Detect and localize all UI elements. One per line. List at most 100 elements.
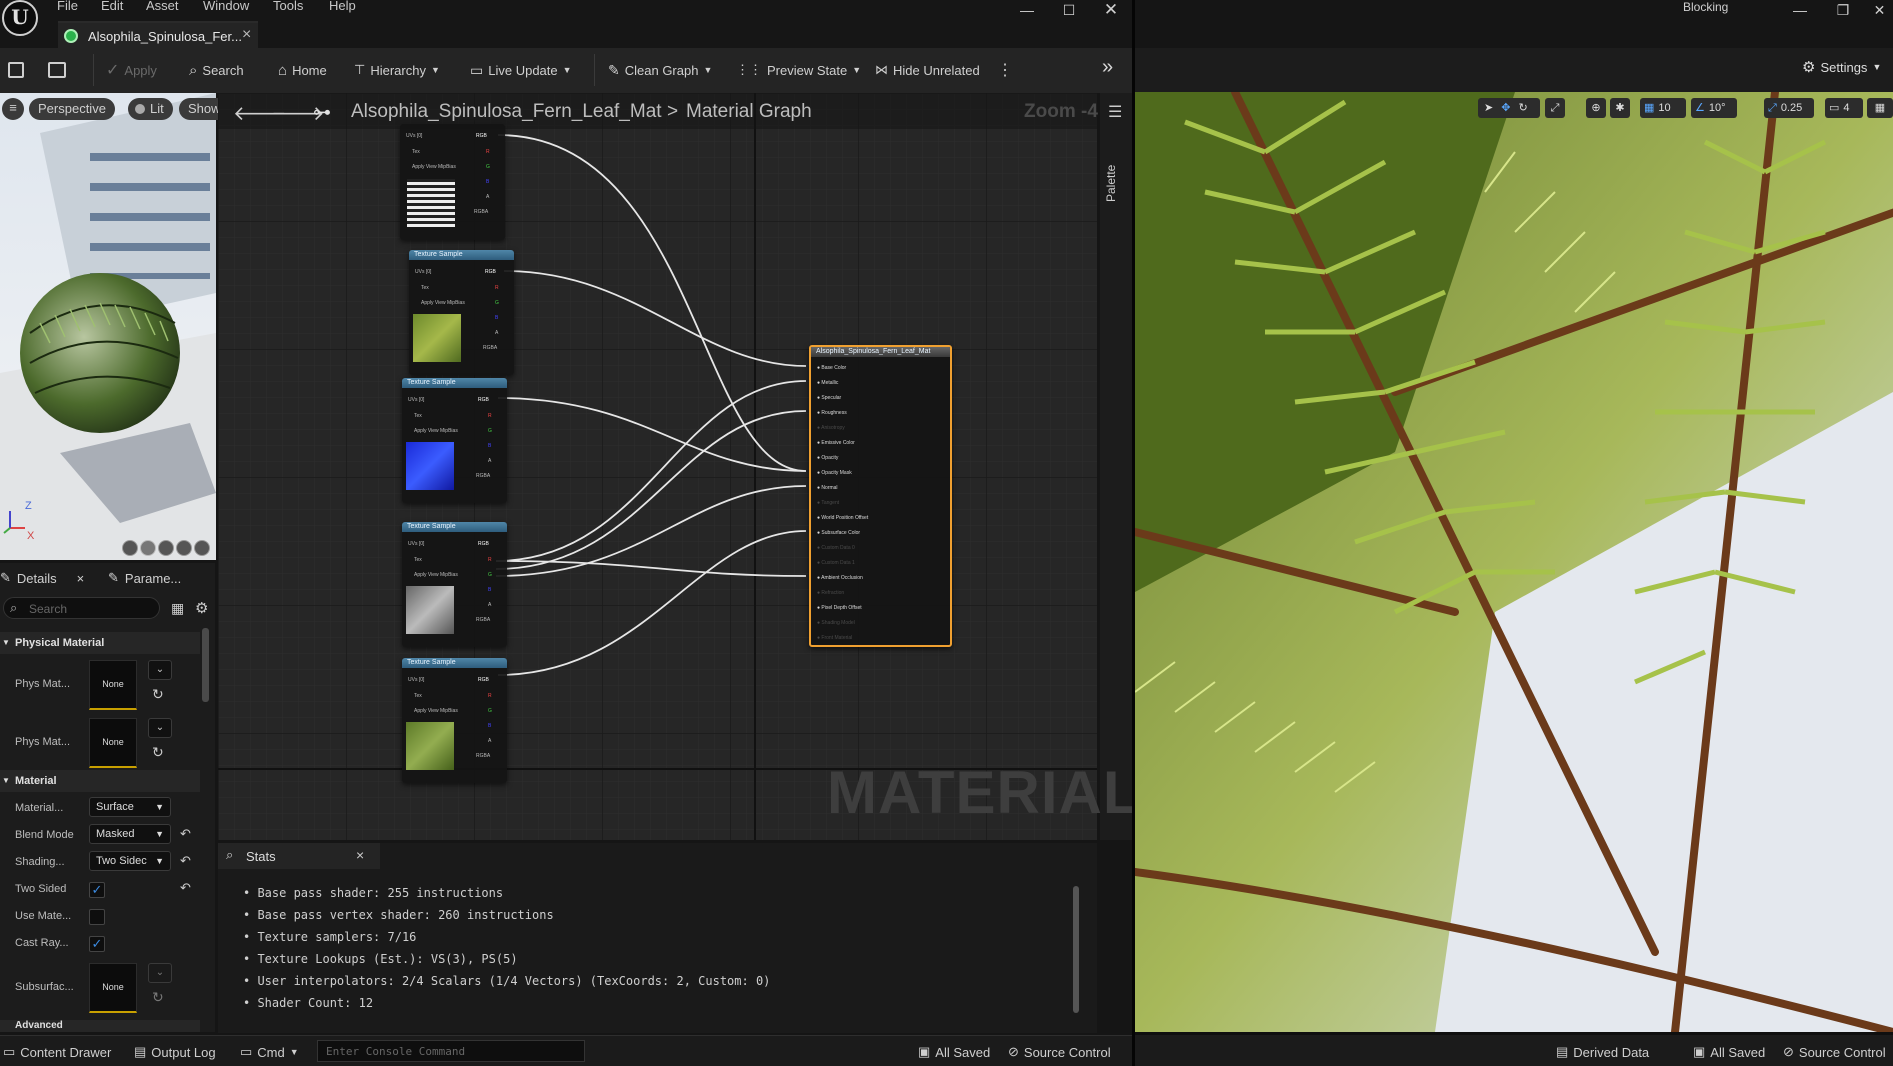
settings-button[interactable]: ⚙ Settings ▼ — [1802, 58, 1881, 76]
a-out-pin[interactable]: A — [486, 194, 489, 200]
move-icon[interactable]: ✥ — [1501, 98, 1510, 118]
texture-sample-node[interactable]: Texture Sample UVs [0] Tex Apply View Mi… — [402, 522, 507, 647]
hierarchy-button[interactable]: ⊤ Hierarchy ▼ — [354, 58, 440, 82]
rgb-out-pin[interactable]: RGB — [478, 541, 489, 547]
preview-state-button[interactable]: ⋮⋮ Preview State ▼ — [736, 58, 861, 82]
result-input-pin[interactable]: ● Shading Model — [817, 620, 855, 626]
reset-icon[interactable]: ↻ — [152, 686, 164, 703]
rgba-out-pin[interactable]: RGBA — [476, 617, 490, 623]
result-input-pin[interactable]: ● Front Material — [817, 635, 852, 641]
details-scrollbar[interactable] — [202, 628, 209, 702]
menu-file[interactable]: File — [57, 0, 78, 14]
apply-mip-pin[interactable]: Apply View MipBias — [414, 572, 458, 578]
restore-button[interactable]: ❐ — [1823, 0, 1863, 20]
reset-icon[interactable]: ↻ — [152, 989, 164, 1006]
tex-pin[interactable]: Tex — [412, 149, 420, 155]
result-input-pin[interactable]: ● World Position Offset — [817, 515, 868, 521]
breadcrumb-graph[interactable]: Material Graph — [686, 101, 812, 123]
result-input-pin[interactable]: ● Base Color — [817, 365, 846, 371]
all-saved-button[interactable]: ▣ All Saved — [918, 1044, 990, 1060]
gear-icon[interactable]: ⚙ — [195, 599, 208, 617]
a-out-pin[interactable]: A — [488, 458, 491, 464]
unreal-logo[interactable]: U — [2, 0, 38, 36]
rgb-out-pin[interactable]: RGB — [485, 269, 496, 275]
g-out-pin[interactable]: G — [486, 164, 490, 170]
r-out-pin[interactable]: R — [486, 149, 490, 155]
b-out-pin[interactable]: B — [495, 315, 498, 321]
close-window-button[interactable]: ✕ — [1090, 0, 1132, 20]
custom-mesh-icon[interactable] — [194, 540, 210, 556]
physical-material-section[interactable]: ▼ Physical Material — [0, 632, 200, 654]
source-control-button[interactable]: ⊘ Source Control — [1008, 1044, 1111, 1060]
result-input-pin[interactable]: ● Roughness — [817, 410, 847, 416]
r-out-pin[interactable]: R — [488, 557, 492, 563]
result-input-pin[interactable]: ● Subsurface Color — [817, 530, 860, 536]
tex-pin[interactable]: Tex — [414, 693, 422, 699]
live-update-button[interactable]: ▭ Live Update ▼ — [470, 58, 572, 82]
hide-unrelated-button[interactable]: ⋈ Hide Unrelated — [875, 58, 980, 82]
reset-icon[interactable]: ↻ — [152, 744, 164, 761]
palette-menu-icon[interactable]: ☰ — [1108, 102, 1122, 122]
apply-button[interactable]: ✓ Apply — [106, 58, 157, 82]
two-sided-checkbox[interactable]: ✓ — [89, 882, 105, 898]
r-out-pin[interactable]: R — [495, 285, 499, 291]
material-preview-viewport[interactable] — [0, 93, 216, 560]
b-out-pin[interactable]: B — [488, 723, 491, 729]
cmd-dropdown[interactable]: ▭ Cmd ▼ — [240, 1044, 299, 1060]
result-input-pin[interactable]: ● Opacity Mask — [817, 470, 852, 476]
use-material-attributes-checkbox[interactable] — [89, 909, 105, 925]
a-out-pin[interactable]: A — [488, 602, 491, 608]
reset-icon[interactable]: ↶ — [180, 853, 191, 869]
stats-scrollbar[interactable] — [1073, 886, 1079, 1013]
level-viewport[interactable] — [1135, 92, 1893, 1032]
texture-sample-node[interactable]: Texture Sample UVs [0] Tex Apply View Mi… — [402, 378, 507, 503]
asset-tab[interactable]: Alsophila_Spinulosa_Fer... × — [58, 21, 258, 48]
menu-tools[interactable]: Tools — [273, 0, 303, 14]
rgb-out-pin[interactable]: RGB — [478, 677, 489, 683]
apply-mip-pin[interactable]: Apply View MipBias — [421, 300, 465, 306]
cast-ray-traced-shadows-checkbox[interactable]: ✓ — [89, 936, 105, 952]
console-input[interactable]: Enter Console Command — [317, 1040, 585, 1062]
material-graph-canvas[interactable] — [218, 93, 1097, 840]
b-out-pin[interactable]: B — [486, 179, 489, 185]
viewport-menu-icon[interactable]: ≡ — [2, 98, 24, 120]
stats-tab[interactable]: ⌕ Stats × — [218, 843, 380, 869]
reset-icon[interactable]: ↶ — [180, 826, 191, 842]
phys-mat-2-thumb[interactable]: None — [89, 718, 137, 768]
rgba-out-pin[interactable]: RGBA — [476, 753, 490, 759]
material-result-node[interactable]: Alsophila_Spinulosa_Fern_Leaf_Mat ● Base… — [809, 345, 952, 647]
menu-asset[interactable]: Asset — [146, 0, 179, 14]
g-out-pin[interactable]: G — [495, 300, 499, 306]
apply-mip-pin[interactable]: Apply View MipBias — [414, 428, 458, 434]
b-out-pin[interactable]: B — [488, 587, 491, 593]
uvs-pin[interactable]: UVs — [415, 269, 424, 275]
home-button[interactable]: ⌂ Home — [278, 58, 327, 82]
select-icon[interactable]: ➤ — [1484, 98, 1493, 118]
tex-pin[interactable]: Tex — [421, 285, 429, 291]
rotate-icon[interactable]: ↻ — [1518, 98, 1527, 118]
tex-pin[interactable]: Tex — [414, 557, 422, 563]
details-search-input[interactable]: ⌕ Search — [3, 597, 160, 619]
apply-mip-pin[interactable]: Apply View MipBias — [414, 708, 458, 714]
result-input-pin[interactable]: ● Ambient Occlusion — [817, 575, 863, 581]
source-control-button[interactable]: ⊘ Source Control — [1783, 1044, 1886, 1060]
tex-pin[interactable]: Tex — [414, 413, 422, 419]
g-out-pin[interactable]: G — [488, 708, 492, 714]
scale-snap-button[interactable]: ⤢ 0.25 — [1764, 98, 1814, 118]
lit-button[interactable]: Lit — [128, 98, 173, 120]
g-out-pin[interactable]: G — [488, 572, 492, 578]
result-input-pin[interactable]: ● Metallic — [817, 380, 838, 386]
world-icon[interactable]: ⊕ — [1586, 98, 1606, 118]
texture-sample-node[interactable]: Texture Sample UVs [0] Tex Apply View Mi… — [402, 658, 507, 783]
sphere-icon[interactable] — [140, 540, 156, 556]
reset-icon[interactable]: ↶ — [180, 880, 191, 896]
subsurface-profile-thumb[interactable]: None — [89, 963, 137, 1013]
maximize-button[interactable]: ☐ — [1048, 0, 1090, 20]
b-out-pin[interactable]: B — [488, 443, 491, 449]
phys-mat-1-dropdown[interactable]: ⌄ — [148, 660, 172, 680]
material-domain-dropdown[interactable]: Surface ▼ — [89, 797, 171, 817]
grid-snap-button[interactable]: ▦ 10 — [1640, 98, 1686, 118]
close-window-button[interactable]: ✕ — [1866, 0, 1893, 20]
g-out-pin[interactable]: G — [488, 428, 492, 434]
result-input-pin[interactable]: ● Emissive Color — [817, 440, 855, 446]
